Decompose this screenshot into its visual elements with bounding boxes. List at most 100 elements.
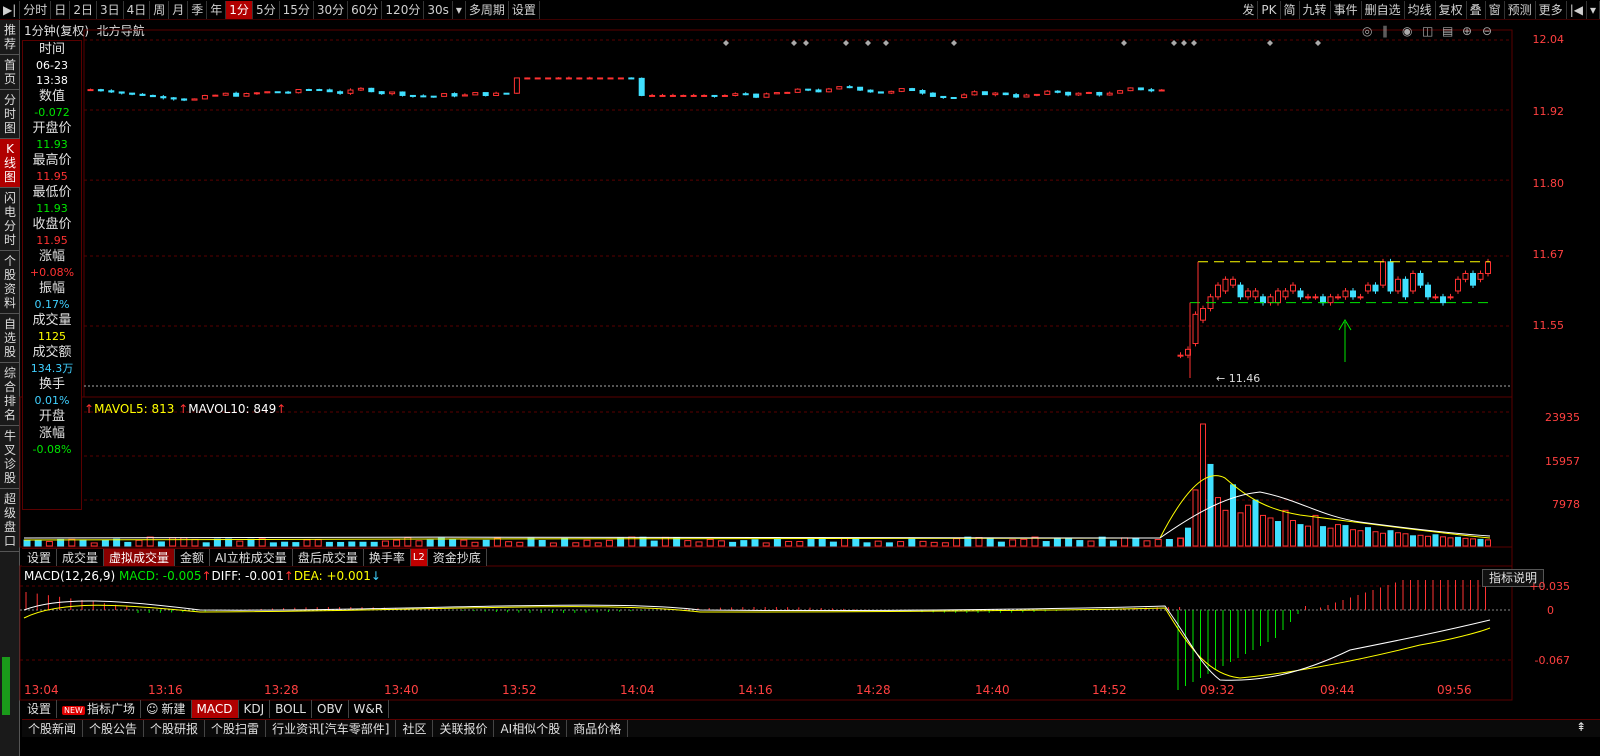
candle	[1282, 290, 1289, 298]
volume-bar	[1327, 527, 1334, 547]
candle	[1477, 272, 1484, 280]
volume-bar	[325, 541, 333, 547]
volume-bar	[1365, 527, 1371, 547]
volume-bar	[1252, 499, 1259, 547]
candle	[534, 77, 541, 80]
volume-bar	[706, 538, 714, 547]
mavol-legend: ↑MAVOL5: 813 ↑MAVOL10: 849↑	[84, 402, 287, 416]
candle	[576, 77, 583, 80]
volume-bar	[1260, 514, 1266, 547]
candle	[1275, 290, 1281, 304]
indicator-tab[interactable]: 成交量	[57, 549, 105, 566]
volume-bar	[717, 540, 725, 547]
bottom-tab-label: KDJ	[243, 702, 265, 716]
candle	[1200, 307, 1206, 321]
price-tick: 11.92	[1532, 105, 1565, 118]
candle	[524, 77, 531, 80]
info-tab[interactable]: 个股扫雷	[205, 720, 267, 737]
candle	[316, 89, 323, 92]
volume-bar	[1477, 538, 1484, 547]
info-tab[interactable]: 关联报价	[433, 720, 495, 737]
info-tab[interactable]: 个股研报	[144, 720, 206, 737]
candle	[929, 92, 936, 97]
kline-chart[interactable]: ◎ ∥ ◉ ◫ ▤ ⊕ ⊖ ← 11.46	[0, 0, 1600, 756]
volume-bar	[773, 538, 781, 547]
candle	[1237, 284, 1244, 298]
volume-bar	[1470, 538, 1476, 547]
volume-bar	[919, 540, 927, 547]
candle	[815, 89, 822, 93]
open-change-label: 开盘	[38, 409, 65, 424]
candle	[1470, 272, 1476, 286]
volume-bar	[169, 537, 177, 547]
time-tick: 14:04	[620, 683, 655, 697]
candle	[1137, 87, 1144, 91]
info-tab[interactable]: 个股新闻	[22, 720, 84, 737]
info-tab[interactable]: 社区	[396, 720, 434, 737]
change-label: 涨幅	[38, 249, 65, 264]
volume-bar	[202, 542, 210, 547]
event-marker	[1267, 40, 1273, 46]
bottom-tab[interactable]: KDJ	[239, 700, 271, 718]
diff-line	[23, 600, 1491, 681]
indicator-tab[interactable]: 资金抄底	[428, 549, 487, 566]
candle	[992, 92, 999, 96]
candle	[1023, 94, 1030, 98]
time-tick: 13:16	[148, 683, 183, 697]
volume-bar	[1222, 509, 1229, 547]
volume-bar	[1087, 540, 1095, 547]
bottom-tab[interactable]: MACD	[191, 700, 239, 718]
expand-icon[interactable]: ⇞	[1576, 720, 1586, 734]
turnover-label: 换手	[38, 377, 65, 392]
candle	[295, 89, 302, 94]
bottom-tab[interactable]: ☺ 新建	[141, 700, 192, 718]
volume-bar	[449, 538, 457, 547]
volume-bar	[124, 541, 132, 547]
info-tab[interactable]: AI相似个股	[494, 720, 568, 737]
volume-bar	[930, 541, 938, 547]
info-tab[interactable]: 个股公告	[83, 720, 145, 737]
indicator-tab[interactable]: 虚拟成交量	[104, 549, 176, 566]
chart-tool-icon: ⊖	[1482, 24, 1492, 38]
dea-line	[23, 604, 1491, 679]
macd-legend: MACD(12,26,9) MACD: -0.005↑DIFF: -0.001↑…	[24, 569, 381, 583]
info-tab[interactable]: 商品价格	[567, 720, 629, 737]
indicator-tab[interactable]: 换手率	[364, 549, 411, 566]
candle	[1085, 91, 1092, 94]
indicator-tab[interactable]: AI立桩成交量	[210, 549, 293, 566]
volume-bar	[269, 542, 277, 547]
volume-bar	[1154, 539, 1162, 547]
candle	[1106, 92, 1113, 96]
bottom-tab[interactable]: NEW 指标广场	[57, 700, 141, 718]
candle	[337, 91, 344, 94]
bottom-tab[interactable]: 设置	[22, 700, 58, 718]
candle	[1158, 89, 1165, 92]
volume-bar	[101, 539, 109, 547]
l2-badge: L2	[410, 549, 428, 566]
volume-bar	[874, 540, 882, 547]
change-value: +0.08%	[29, 266, 75, 279]
volume-bar	[908, 538, 916, 547]
bottom-tab[interactable]: W&R	[349, 700, 390, 718]
candle	[139, 93, 146, 96]
indicator-tab[interactable]: 盘后成交量	[293, 549, 364, 566]
candle	[1177, 354, 1184, 357]
bottom-tab-label: 新建	[161, 702, 186, 716]
bottom-tab[interactable]: BOLL	[270, 700, 312, 718]
volume-bar	[415, 540, 423, 547]
candle	[545, 77, 552, 80]
bottom-tab[interactable]: OBV	[312, 700, 349, 718]
value-label: 数值	[38, 89, 65, 104]
candle	[1432, 296, 1439, 299]
new-badge: NEW	[62, 706, 85, 715]
candle	[784, 91, 791, 94]
volume-bar	[1290, 520, 1296, 547]
indicator-tab[interactable]: 设置	[22, 549, 58, 566]
indicator-tab[interactable]: 金额	[175, 549, 211, 566]
volume-bar	[538, 540, 546, 547]
volume-bar	[527, 537, 535, 547]
candle	[1417, 272, 1424, 286]
volume-bar	[1387, 530, 1394, 547]
info-tab[interactable]: 行业资讯[汽车零部件]	[266, 720, 397, 737]
candle	[305, 89, 312, 92]
